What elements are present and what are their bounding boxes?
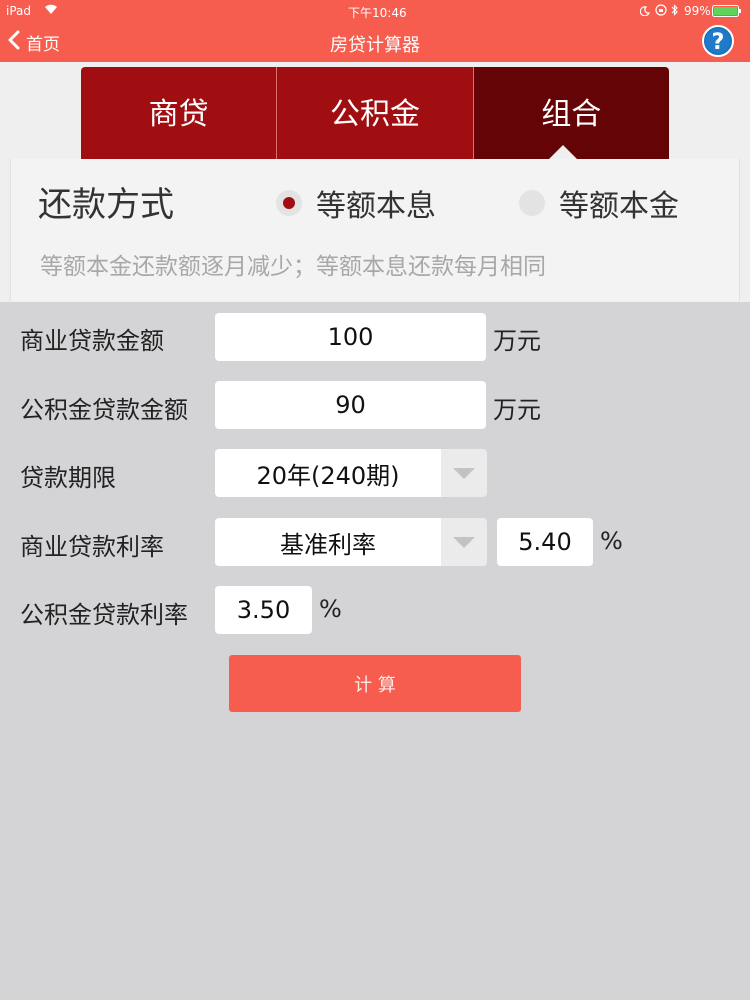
triangle-down-icon — [453, 536, 475, 548]
radio-checked-icon — [276, 190, 302, 216]
commercial-rate-type-select[interactable]: 基准利率 — [215, 518, 441, 566]
tab-commercial[interactable]: 商贷 — [81, 67, 277, 159]
calculate-button[interactable]: 计 算 — [229, 655, 521, 712]
repayment-card: 还款方式 等额本息 等额本金 等额本金还款额逐月减少；等额本息还款每月相同 — [10, 159, 740, 301]
triangle-down-icon — [453, 467, 475, 479]
fund-rate-label: 公积金贷款利率 — [20, 601, 188, 629]
lock-rotation-icon — [655, 4, 667, 19]
loan-term-dropdown-button[interactable] — [441, 449, 487, 497]
help-button[interactable]: ? — [702, 25, 734, 57]
commercial-rate-unit: % — [600, 527, 623, 555]
battery-percent: 99% — [684, 4, 711, 18]
commercial-amount-input[interactable]: 100 — [215, 313, 486, 361]
fund-rate-unit: % — [319, 595, 342, 623]
fund-amount-unit: 万元 — [493, 396, 541, 424]
commercial-amount-label: 商业贷款金额 — [20, 327, 164, 355]
commercial-rate-input[interactable]: 5.40 — [497, 518, 593, 566]
battery-icon — [712, 5, 742, 20]
commercial-amount-unit: 万元 — [493, 327, 541, 355]
fund-rate-input[interactable]: 3.50 — [215, 586, 312, 634]
radio-equal-principal[interactable]: 等额本金 — [519, 181, 679, 225]
moon-icon — [639, 5, 650, 19]
fund-amount-input[interactable]: 90 — [215, 381, 486, 429]
status-bar: iPad 下午10:46 99% — [0, 0, 750, 22]
commercial-rate-label: 商业贷款利率 — [20, 533, 164, 561]
tab-provident-fund[interactable]: 公积金 — [276, 67, 473, 159]
radio-label: 等额本金 — [559, 189, 679, 224]
radio-equal-installment[interactable]: 等额本息 — [276, 181, 436, 225]
repayment-hint: 等额本金还款额逐月减少；等额本息还款每月相同 — [40, 254, 546, 280]
bluetooth-icon — [671, 4, 679, 19]
repayment-method-label: 还款方式 — [38, 185, 174, 225]
loan-term-label: 贷款期限 — [20, 464, 116, 492]
nav-bar: 首页 房贷计算器 ? — [0, 22, 750, 62]
wifi-icon — [44, 3, 58, 18]
commercial-rate-dropdown-button[interactable] — [441, 518, 487, 566]
page-title: 房贷计算器 — [330, 35, 420, 56]
radio-unchecked-icon — [519, 190, 545, 216]
radio-label: 等额本息 — [316, 189, 436, 224]
loan-term-select[interactable]: 20年(240期) — [215, 449, 441, 497]
active-tab-pointer — [549, 145, 577, 159]
fund-amount-label: 公积金贷款金额 — [20, 396, 188, 424]
status-time: 下午10:46 — [348, 6, 407, 20]
loan-type-tabs: 商贷 公积金 组合 — [81, 67, 669, 159]
device-name: iPad — [6, 4, 32, 18]
